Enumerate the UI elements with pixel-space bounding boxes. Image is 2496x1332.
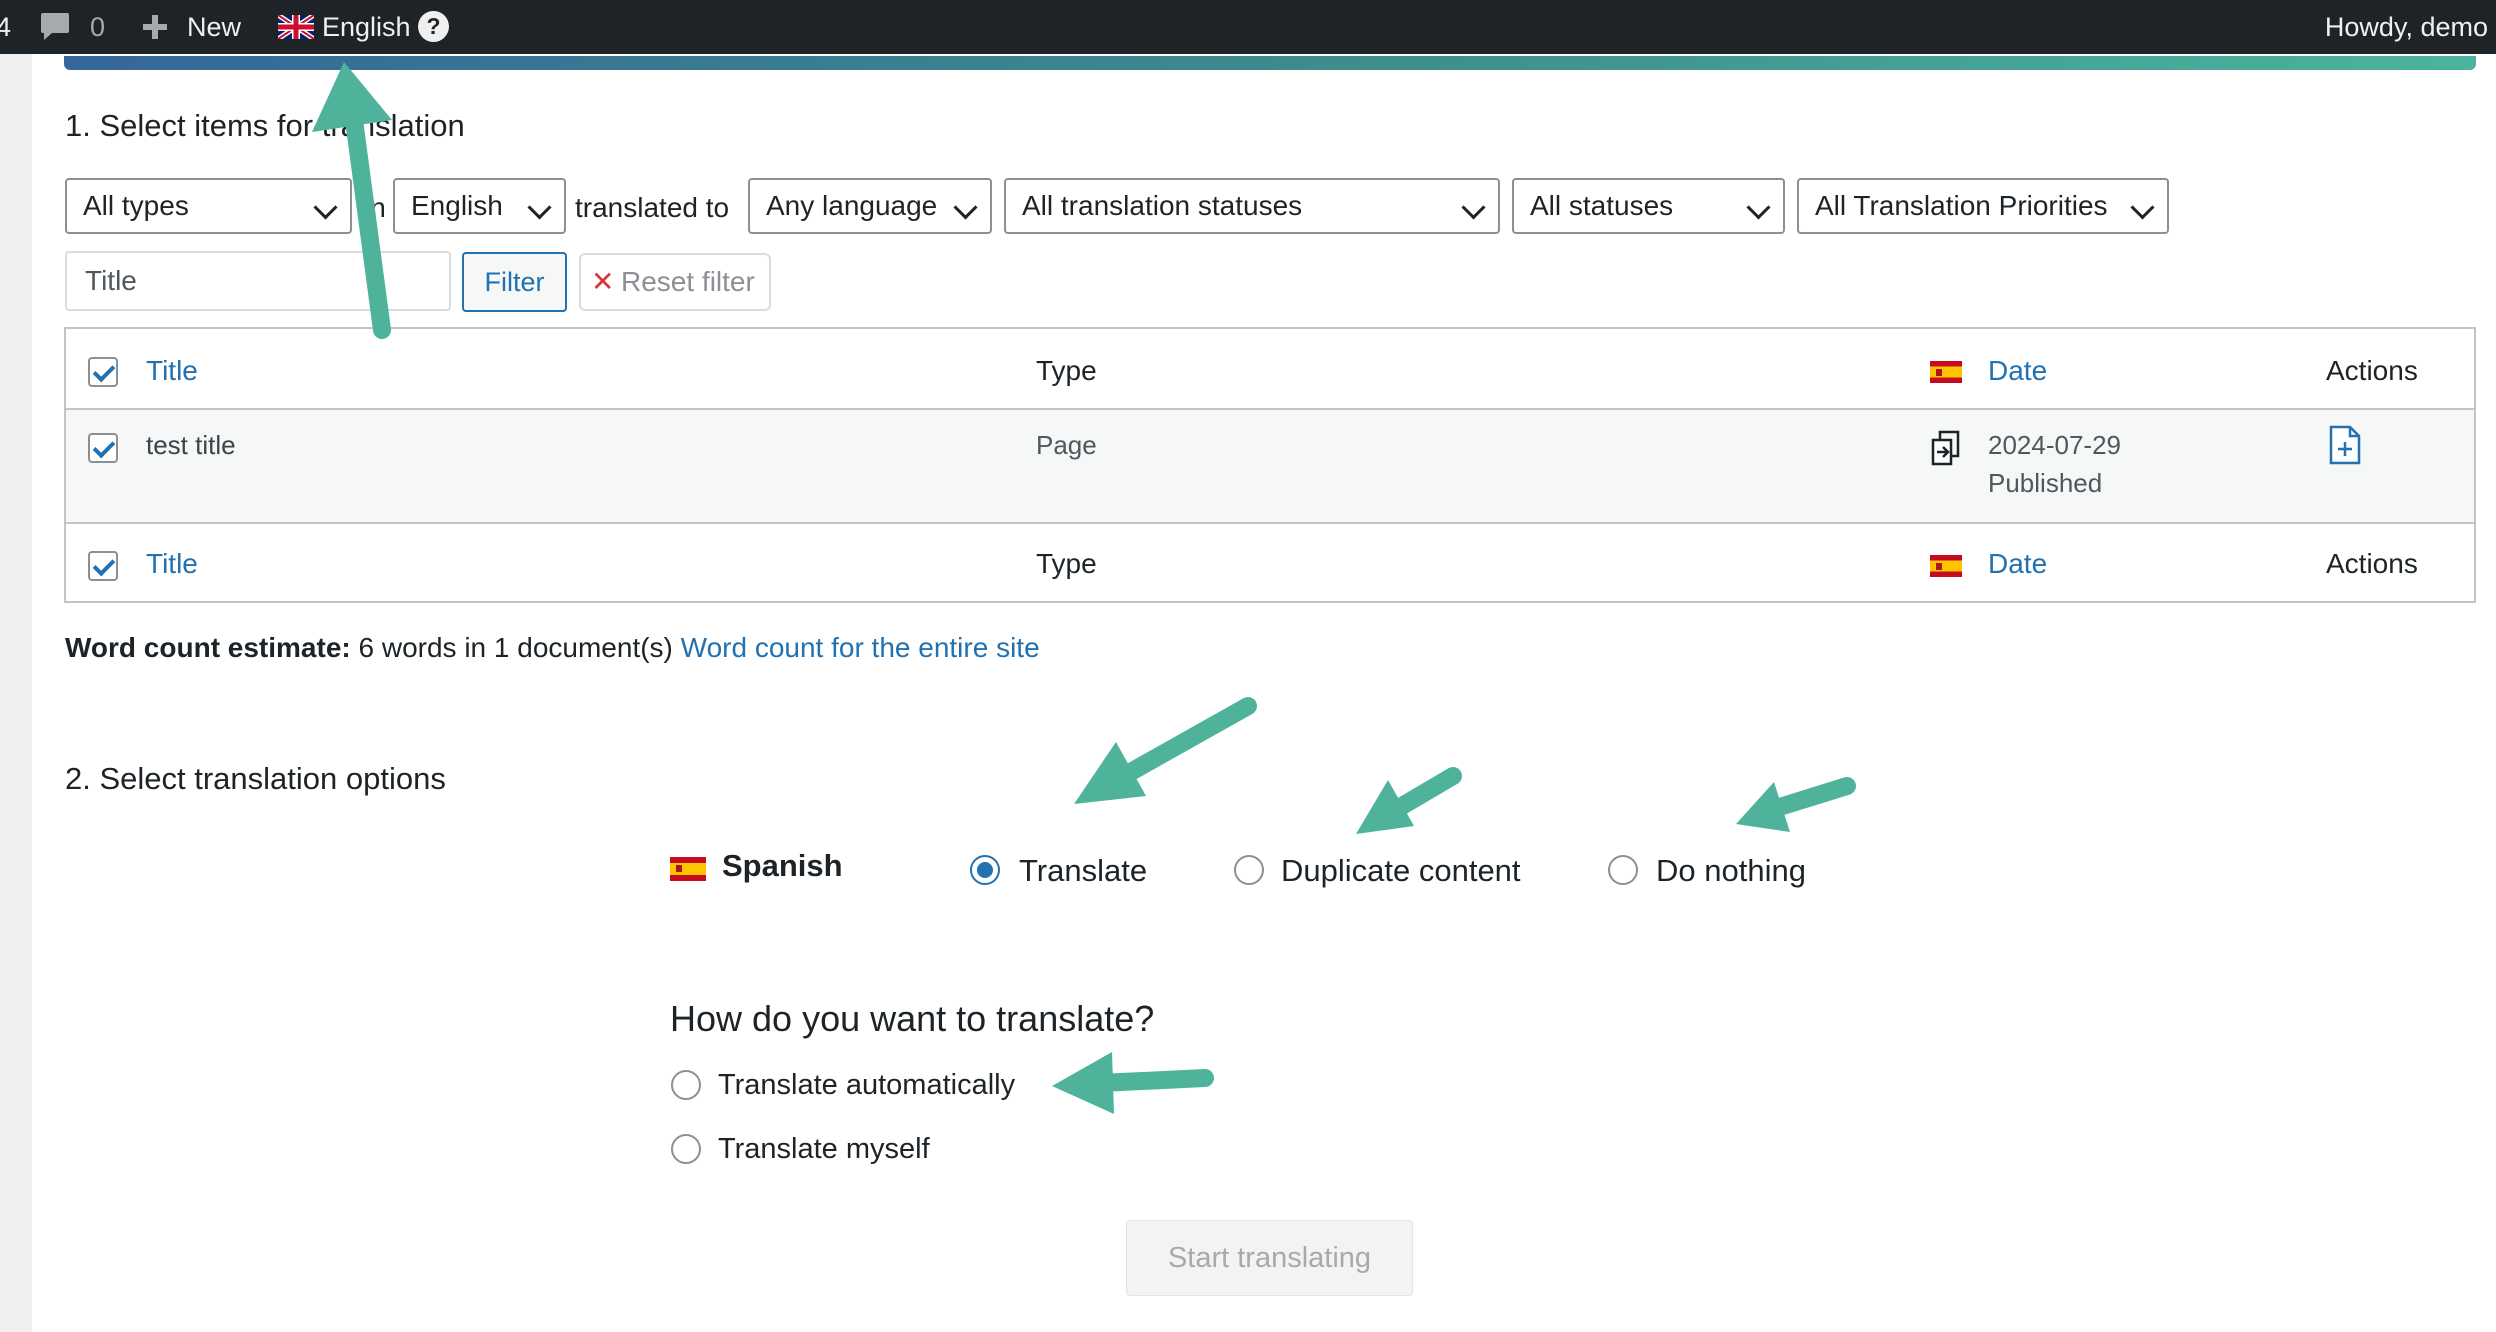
- arrowhead-auto: [1052, 1052, 1114, 1114]
- annotation-arrows: [312, 62, 1856, 1114]
- annotation-arrow-translate: [1111, 697, 1257, 787]
- arrowhead-do-nothing: [1736, 782, 1790, 832]
- annotation-arrow-auto: [1091, 1069, 1214, 1092]
- annotation-arrow-language: [341, 81, 391, 339]
- arrowhead-language: [312, 62, 392, 132]
